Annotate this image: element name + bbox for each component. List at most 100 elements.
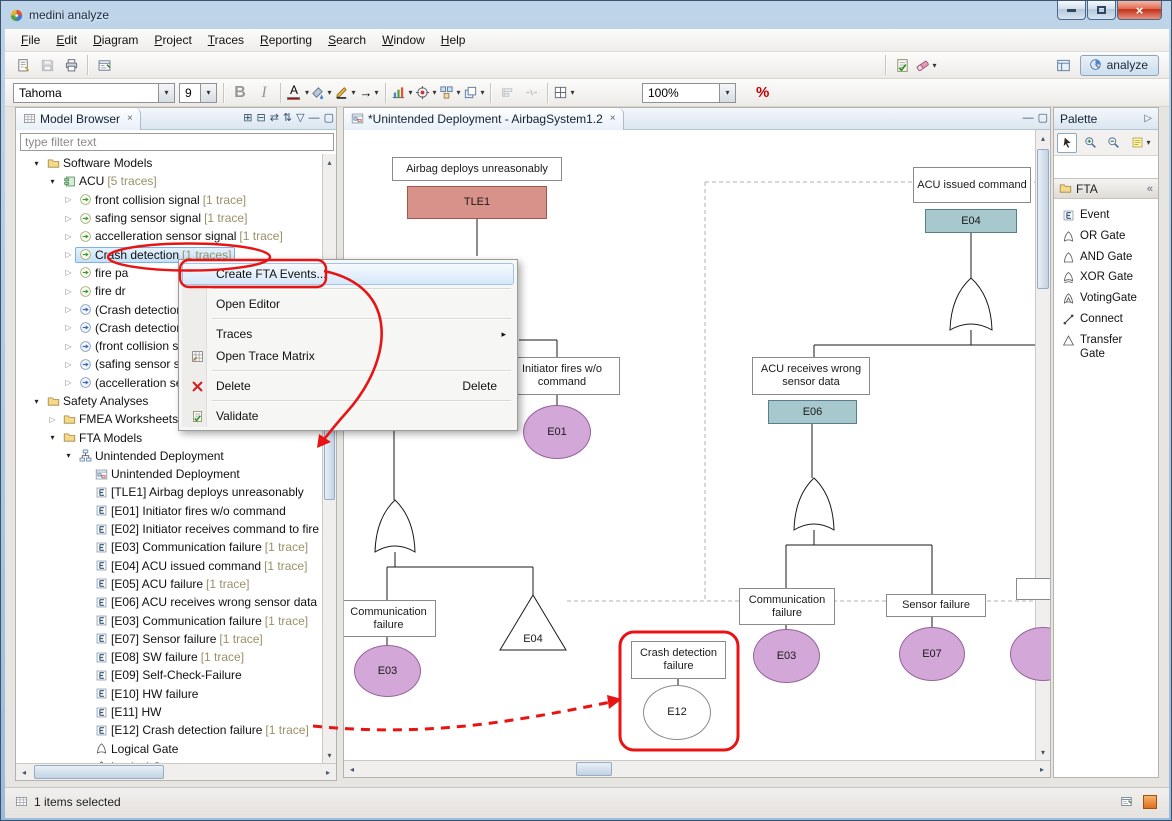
tree-item-body[interactable]: FTA Models bbox=[59, 430, 146, 446]
zoom-in-button[interactable] bbox=[1080, 133, 1100, 153]
menu-search[interactable]: Search bbox=[320, 30, 374, 50]
tree-item[interactable]: ▷accelleration sensor signal[1 trace] bbox=[16, 227, 324, 245]
node-e01[interactable]: E01 bbox=[523, 405, 591, 459]
tree-item[interactable]: [E03] Communication failure[1 trace] bbox=[16, 611, 324, 629]
dropdown-icon[interactable]: ▾ bbox=[570, 88, 574, 97]
dropdown-icon[interactable]: ▾ bbox=[932, 61, 936, 70]
tree-item[interactable]: [E05] ACU failure[1 trace] bbox=[16, 575, 324, 593]
tree-item-body[interactable]: fire pa bbox=[75, 265, 132, 281]
tree-item[interactable]: [E11] HW bbox=[16, 703, 324, 721]
print-button[interactable] bbox=[59, 54, 83, 76]
layout-button[interactable]: ▾ bbox=[438, 82, 462, 104]
dropdown-icon[interactable]: ▾ bbox=[351, 88, 355, 97]
tree-item[interactable]: ▾Unintended Deployment bbox=[16, 447, 324, 465]
zoom-combo[interactable]: 100% ▾ bbox=[642, 83, 736, 103]
analyze-perspective-button[interactable]: analyze bbox=[1080, 55, 1159, 76]
scroll-up-icon[interactable]: ▴ bbox=[322, 154, 338, 170]
editor-horizontal-scrollbar[interactable]: ◂ ▸ bbox=[344, 760, 1050, 777]
expand-arrow-icon[interactable]: ▷ bbox=[62, 342, 75, 351]
scrollbar-thumb[interactable] bbox=[34, 765, 164, 779]
maximize-editor-button[interactable]: ▢ bbox=[1038, 111, 1048, 124]
fast-view-icon[interactable] bbox=[1120, 795, 1133, 808]
node-e07[interactable]: E07 bbox=[899, 627, 965, 681]
tree-item-body[interactable]: Unintended Deployment bbox=[91, 466, 244, 482]
palette-item-and-gate[interactable]: AND Gate bbox=[1054, 247, 1158, 268]
expand-arrow-icon[interactable]: ▾ bbox=[30, 159, 43, 168]
scroll-up-icon[interactable]: ▴ bbox=[1035, 130, 1051, 146]
expand-arrow-icon[interactable]: ▾ bbox=[62, 451, 75, 460]
expand-arrow-icon[interactable]: ▷ bbox=[62, 323, 75, 332]
node-e06[interactable]: E06 bbox=[768, 400, 857, 424]
tree-item[interactable]: ▷safing sensor signal[1 trace] bbox=[16, 209, 324, 227]
node-initiator-label[interactable]: Initiator fires w/o command bbox=[504, 357, 620, 395]
tree-item-body[interactable]: [TLE1] Airbag deploys unreasonably bbox=[91, 484, 308, 500]
node-acu-wrong-label[interactable]: ACU receives wrong sensor data bbox=[752, 357, 870, 395]
node-tle1[interactable]: TLE1 bbox=[407, 186, 547, 219]
maximize-view-button[interactable]: ▢ bbox=[324, 111, 334, 124]
tree-item[interactable]: Unintended Deployment bbox=[16, 465, 324, 483]
menu-item-traces[interactable]: Traces▸ bbox=[182, 323, 514, 345]
tree-item[interactable]: [E08] SW failure[1 trace] bbox=[16, 648, 324, 666]
filter-input[interactable] bbox=[20, 133, 334, 151]
italic-button[interactable]: I bbox=[252, 82, 276, 104]
palette-item-xor-gate[interactable]: XOR Gate bbox=[1054, 267, 1158, 288]
tree-item[interactable]: [E12] Crash detection failure[1 trace] bbox=[16, 721, 324, 739]
open-perspective-button[interactable] bbox=[1052, 54, 1076, 76]
tree-item-body[interactable]: ACU[5 traces] bbox=[59, 173, 161, 189]
node-top-event-label[interactable]: Airbag deploys unreasonably bbox=[392, 157, 562, 181]
or-gate-shape[interactable] bbox=[794, 478, 834, 530]
menu-item-validate[interactable]: Validate bbox=[182, 405, 514, 427]
report-button[interactable] bbox=[92, 54, 116, 76]
tree-item[interactable]: [E10] HW failure bbox=[16, 685, 324, 703]
menu-item-create-fta-events[interactable]: Create FTA Events... bbox=[182, 263, 514, 285]
tree-vertical-scrollbar[interactable]: ▴ ▾ bbox=[322, 154, 336, 763]
menu-traces[interactable]: Traces bbox=[200, 30, 252, 50]
disconnect-button[interactable] bbox=[519, 82, 543, 104]
zoom-out-button[interactable] bbox=[1103, 133, 1123, 153]
node-e12[interactable]: E12 bbox=[643, 685, 711, 740]
connection-style-button[interactable]: →▾ bbox=[357, 82, 381, 104]
scrollbar-thumb[interactable] bbox=[576, 762, 612, 776]
node-crash-detection-label[interactable]: Crash detection failure bbox=[631, 641, 726, 679]
tree-item[interactable]: ▷front collision signal[1 trace] bbox=[16, 191, 324, 209]
dropdown-icon[interactable]: ▾ bbox=[720, 83, 736, 103]
expand-arrow-icon[interactable]: ▷ bbox=[62, 378, 75, 387]
close-view-icon[interactable]: × bbox=[127, 113, 133, 124]
tree-item-body[interactable]: Safety Analyses bbox=[43, 393, 152, 409]
tree-item-body[interactable]: [E04] ACU issued command[1 trace] bbox=[91, 558, 311, 574]
expand-arrow-icon[interactable]: ▷ bbox=[46, 415, 59, 424]
tree-item[interactable]: Logical Gate bbox=[16, 740, 324, 758]
expand-arrow-icon[interactable]: ▷ bbox=[62, 360, 75, 369]
or-gate-shape[interactable] bbox=[950, 278, 992, 330]
collapse-all-button[interactable]: ⊟ bbox=[256, 111, 265, 124]
expand-arrow-icon[interactable]: ▷ bbox=[62, 232, 75, 241]
palette-item-transfer-gate[interactable]: Transfer Gate bbox=[1054, 330, 1158, 365]
menu-item-delete[interactable]: DeleteDelete bbox=[182, 375, 514, 397]
font-size-combo[interactable]: 9 ▾ bbox=[179, 83, 217, 103]
tree-item[interactable]: [E09] Self-Check-Failure bbox=[16, 666, 324, 684]
dropdown-icon[interactable]: ▾ bbox=[456, 88, 460, 97]
drawer-collapse-icon[interactable]: « bbox=[1147, 183, 1153, 195]
bold-button[interactable]: B bbox=[228, 82, 252, 104]
validate-button[interactable] bbox=[890, 54, 914, 76]
tree-item-body[interactable]: (Crash detection) bbox=[75, 320, 191, 336]
tree-item-body[interactable]: front collision signal[1 trace] bbox=[75, 192, 250, 208]
tree-item-body[interactable]: [E06] ACU receives wrong sensor data bbox=[91, 594, 321, 610]
tab-diagram-editor[interactable]: *Unintended Deployment - AirbagSystem1.2… bbox=[344, 108, 624, 130]
fill-color-button[interactable]: ▾ bbox=[309, 82, 333, 104]
tree-item-body[interactable]: Unintended Deployment bbox=[75, 448, 228, 464]
node-edge-label[interactable] bbox=[1016, 578, 1050, 600]
scroll-left-icon[interactable]: ◂ bbox=[344, 761, 360, 777]
minimize-view-button[interactable]: — bbox=[309, 112, 320, 124]
tree-item-body[interactable]: [E08] SW failure[1 trace] bbox=[91, 649, 248, 665]
chart-tool-button[interactable]: ▾ bbox=[390, 82, 414, 104]
link-editor-button[interactable]: ⇄ bbox=[270, 111, 279, 124]
node-e03-left[interactable]: E03 bbox=[354, 645, 421, 697]
fta-diagram-canvas[interactable]: E04 Airbag deploys unreasonablyTLE1ACU i… bbox=[344, 130, 1050, 762]
tree-item[interactable]: [E02] Initiator receives command to fire bbox=[16, 520, 324, 538]
align-button[interactable] bbox=[495, 82, 519, 104]
expand-arrow-icon[interactable]: ▷ bbox=[62, 287, 75, 296]
sort-button[interactable]: ⇅ bbox=[283, 111, 292, 124]
scrollbar-thumb[interactable] bbox=[1037, 149, 1049, 289]
tree-item-body[interactable]: [E09] Self-Check-Failure bbox=[91, 667, 246, 683]
